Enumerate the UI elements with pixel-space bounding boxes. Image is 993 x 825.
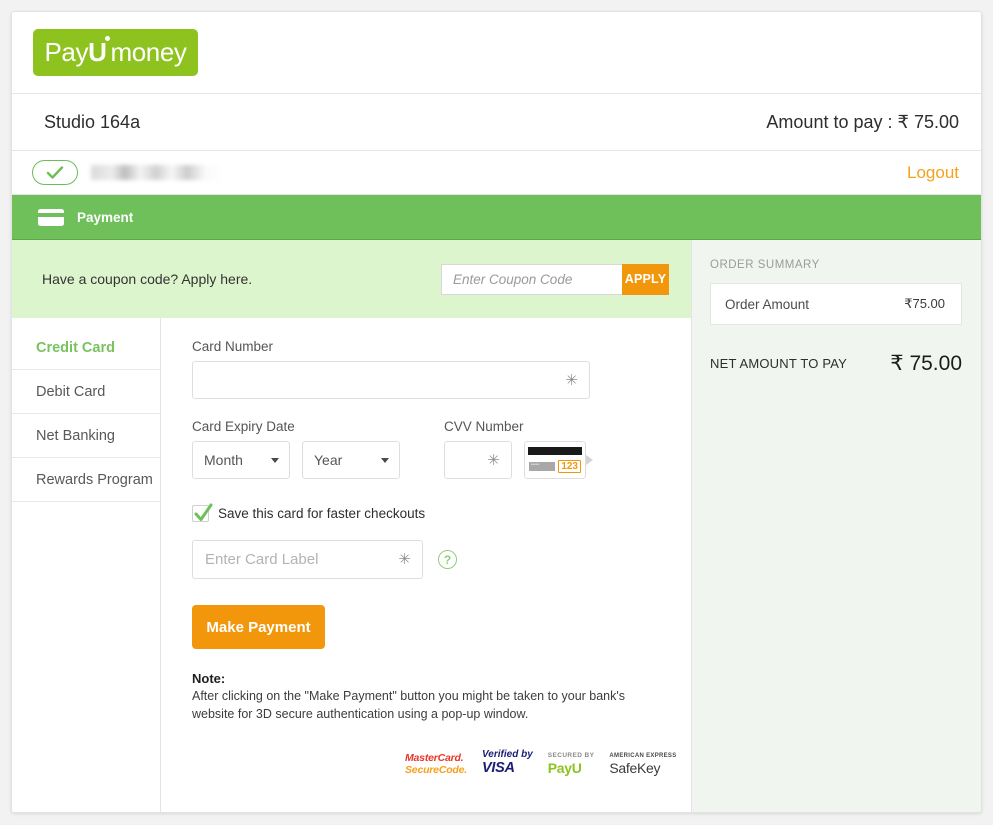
order-amount-row: Order Amount ₹75.00 <box>710 283 962 325</box>
mastercard-line1: MasterCard. <box>405 752 464 764</box>
expiry-cvv-row: Card Expiry Date Month Year CVV Number ✳… <box>192 419 691 479</box>
card-signature-row: 123 <box>529 460 581 473</box>
cvv-block: CVV Number ✳ • • • • 123 <box>444 419 688 479</box>
save-card-checkbox[interactable] <box>192 503 213 522</box>
note-block: Note: After clicking on the "Make Paymen… <box>192 671 662 724</box>
payment-step-label: Payment <box>77 209 134 225</box>
order-summary-title: ORDER SUMMARY <box>710 259 820 271</box>
form-area: Credit Card Debit Card Net Banking Rewar… <box>12 318 691 812</box>
tooltip-arrow-icon <box>586 455 593 465</box>
merchant-bar: Studio 164a Amount to pay : ₹ 75.00 <box>12 94 981 151</box>
logout-link[interactable]: Logout <box>907 163 959 183</box>
net-amount-value: ₹ 75.00 <box>890 352 962 375</box>
signature-panel <box>529 461 556 471</box>
expiry-year-select[interactable]: Year <box>303 442 399 478</box>
cvv-label: CVV Number <box>444 419 524 434</box>
payu-line1: SECURED BY <box>547 751 595 759</box>
save-card-row: Save this card for faster checkouts <box>192 503 691 522</box>
tab-rewards-program[interactable]: Rewards Program <box>12 458 160 502</box>
verified-by-visa-badge: Verified by VISA <box>482 748 533 776</box>
cvv-digits-highlight: 123 <box>558 460 581 473</box>
tab-debit-card[interactable]: Debit Card <box>12 370 160 414</box>
net-amount-label: NET AMOUNT TO PAY <box>710 356 848 371</box>
card-label-field[interactable]: ✳ <box>192 540 436 579</box>
header-amount-to-pay: Amount to pay : ₹ 75.00 <box>766 111 959 132</box>
save-card-label: Save this card for faster checkouts <box>218 506 426 521</box>
mastercard-securecode-badge: MasterCard. SecureCode. <box>405 753 467 775</box>
secured-by-payu-badge: SECURED BY PayU <box>547 751 595 776</box>
coupon-section: Have a coupon code? Apply here. APPLY <box>12 240 691 318</box>
check-icon <box>46 165 64 179</box>
payumoney-logo: Pay Umoney <box>33 29 198 76</box>
checkout-body: Have a coupon code? Apply here. APPLY Cr… <box>12 240 981 812</box>
order-amount-label: Order Amount <box>725 296 810 312</box>
mastercard-line2: SecureCode. <box>405 763 467 776</box>
payment-form-column: Have a coupon code? Apply here. APPLY Cr… <box>12 240 691 812</box>
note-text: After clicking on the "Make Payment" but… <box>192 689 626 721</box>
logo-text-money: money <box>110 37 187 67</box>
payment-page: Pay Umoney Studio 164a Amount to pay : ₹ … <box>0 0 993 825</box>
coupon-prompt: Have a coupon code? Apply here. <box>42 271 253 287</box>
card-number-field[interactable]: ✳ <box>192 361 590 399</box>
logo-text-pay: Pay <box>44 37 89 67</box>
apply-coupon-button[interactable]: APPLY <box>622 263 669 295</box>
coupon-form: APPLY <box>441 263 669 295</box>
order-summary-panel: ORDER SUMMARY Order Amount ₹75.00 NET AM… <box>691 240 981 812</box>
expiry-label: Card Expiry Date <box>192 419 295 434</box>
checkout-window: Pay Umoney Studio 164a Amount to pay : ₹ … <box>11 11 982 813</box>
expiry-selects: Month Year <box>192 441 442 479</box>
coupon-input[interactable] <box>441 263 622 295</box>
payment-method-tabs: Credit Card Debit Card Net Banking Rewar… <box>12 318 161 812</box>
brand-bar: Pay Umoney <box>12 12 981 94</box>
security-badges: MasterCard. SecureCode. Verified by VISA… <box>405 748 691 776</box>
visa-line1: Verified by <box>482 748 533 760</box>
payu-line2: PayU <box>547 760 582 776</box>
amex-line1: AMERICAN EXPRESS <box>609 753 677 759</box>
card-magnetic-stripe <box>528 447 582 455</box>
card-number-input[interactable] <box>193 362 589 398</box>
checkmark-icon <box>194 503 213 521</box>
make-payment-button[interactable]: Make Payment <box>192 605 325 649</box>
payment-step-bar: Payment <box>12 195 981 240</box>
logo-text-u: U <box>88 36 111 67</box>
amex-line2: SafeKey <box>609 760 661 776</box>
card-label-row: ✳ ? <box>192 540 691 579</box>
redacted-user-email <box>91 165 221 180</box>
cvv-location-card-icon: 123 <box>524 441 593 479</box>
net-amount-row: NET AMOUNT TO PAY ₹ 75.00 <box>710 351 962 376</box>
user-identity <box>32 160 221 185</box>
credit-card-icon <box>38 208 64 226</box>
tab-credit-card[interactable]: Credit Card <box>12 326 160 370</box>
order-amount-value: ₹75.00 <box>904 296 945 311</box>
user-bar: Logout <box>12 151 981 195</box>
credit-card-fields: Card Number ✳ Card Expiry Date Month Yea… <box>161 318 691 812</box>
tab-net-banking[interactable]: Net Banking <box>12 414 160 458</box>
expiry-month-field[interactable]: Month <box>192 441 290 479</box>
expiry-year-field[interactable]: Year <box>302 441 400 479</box>
note-title: Note: <box>192 671 226 686</box>
verified-check-pill <box>32 160 78 185</box>
card-label-input[interactable] <box>193 541 436 578</box>
expiry-month-select[interactable]: Month <box>193 442 289 478</box>
card-number-label: Card Number <box>192 339 274 354</box>
amex-safekey-badge: AMERICAN EXPRESS SafeKey <box>609 753 676 775</box>
cvv-field[interactable]: ✳ <box>444 441 688 479</box>
visa-line2: VISA <box>482 759 515 776</box>
help-question-icon[interactable]: ? <box>438 550 457 569</box>
cvv-row: ✳ 123 <box>444 441 688 479</box>
expiry-block: Card Expiry Date Month Year <box>192 419 442 479</box>
merchant-name: Studio 164a <box>44 111 141 132</box>
